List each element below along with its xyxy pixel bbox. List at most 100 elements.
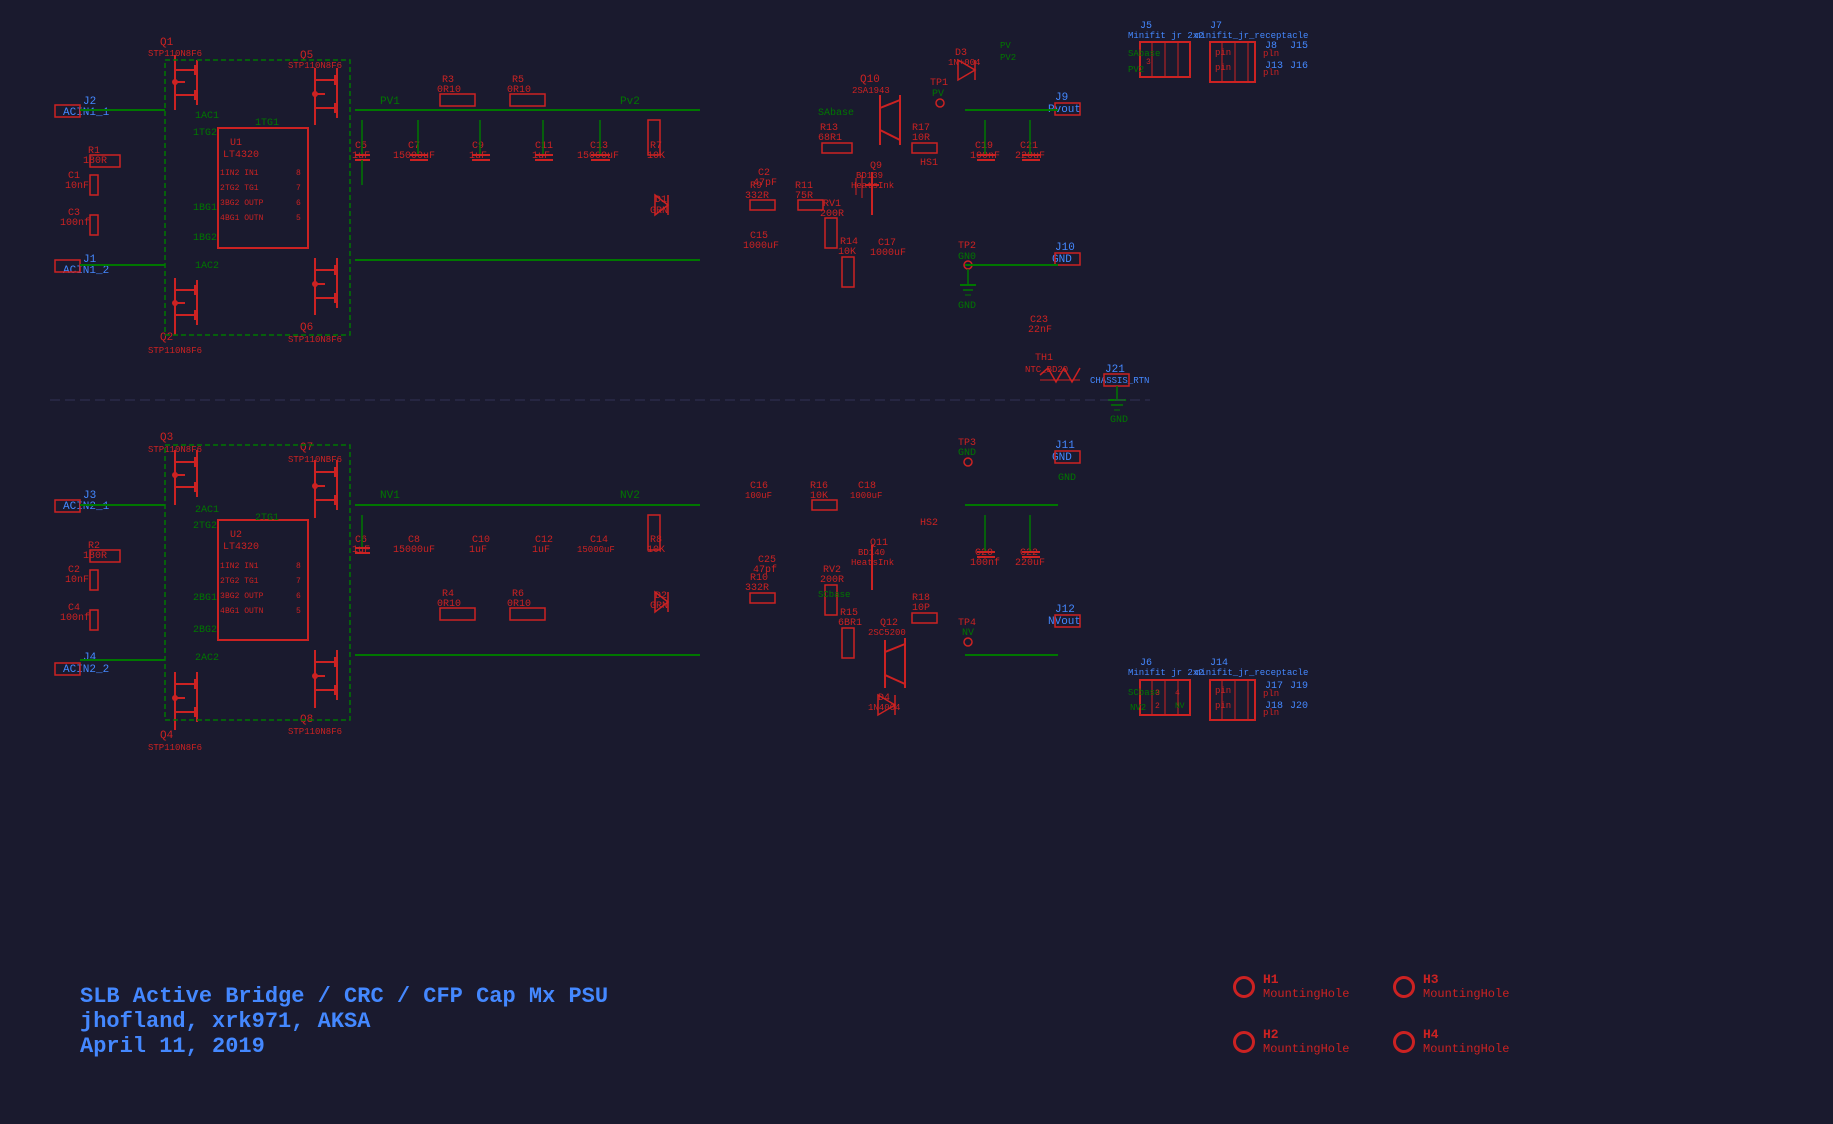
svg-text:Q4: Q4 [160,730,174,742]
svg-text:STP110N8F6: STP110N8F6 [288,727,342,737]
svg-text:J19: J19 [1290,681,1308,692]
svg-text:1BG2: 1BG2 [193,233,217,244]
svg-text:220uF: 220uF [1015,558,1045,569]
svg-text:Q10: Q10 [860,74,880,86]
svg-text:J10: J10 [1055,242,1075,254]
svg-text:STP110NBF6: STP110NBF6 [288,455,342,465]
svg-text:7: 7 [296,184,301,193]
mh2-label: MountingHole [1263,1042,1349,1056]
svg-text:PV2: PV2 [1128,65,1144,75]
svg-text:STP110N8F6: STP110N8F6 [288,335,342,345]
svg-text:7: 7 [296,577,301,586]
svg-text:NV2: NV2 [620,490,640,502]
svg-text:Minifit jr 2x2: Minifit jr 2x2 [1128,31,1204,41]
mh2-symbol [1233,1031,1255,1053]
svg-text:1AC1: 1AC1 [195,111,219,122]
svg-text:10K: 10K [647,151,665,162]
svg-text:1uF: 1uF [352,545,370,556]
svg-text:180R: 180R [83,551,107,562]
mounting-hole-h3: H3 MountingHole [1393,959,1553,1014]
svg-text:PV1: PV1 [380,96,400,108]
svg-text:STP110N8F6: STP110N8F6 [288,61,342,71]
title-line2: jhofland, xrk971, AKSA [80,1009,608,1034]
title-line1: SLB Active Bridge / CRC / CFP Cap Mx PSU [80,984,608,1009]
svg-text:2SA1943: 2SA1943 [852,86,890,96]
svg-text:2TG1: 2TG1 [255,513,279,524]
svg-text:Pv2: Pv2 [620,96,640,108]
svg-text:1000uF: 1000uF [743,241,779,252]
svg-text:3: 3 [1146,58,1151,67]
svg-text:1TG1: 1TG1 [255,118,279,129]
svg-text:STP110N8F6: STP110N8F6 [148,49,202,59]
svg-text:2AC1: 2AC1 [195,505,219,516]
svg-text:TG2 TG1: TG2 TG1 [225,577,259,586]
svg-text:1000uF: 1000uF [870,248,906,259]
svg-text:GND: GND [958,448,976,459]
svg-text:1uF: 1uF [532,545,550,556]
svg-text:BG2 OUTP: BG2 OUTP [225,592,264,601]
svg-text:J20: J20 [1290,701,1308,712]
mh4-symbol [1393,1031,1415,1053]
svg-text:2TG2: 2TG2 [193,521,217,532]
svg-text:1TG2: 1TG2 [193,128,217,139]
svg-text:GND: GND [958,301,976,312]
svg-text:100nf: 100nf [60,612,90,624]
svg-text:NVout: NVout [1048,616,1081,628]
svg-text:U1: U1 [230,138,242,149]
svg-text:SCbase: SCbase [818,590,850,600]
svg-text:Q7: Q7 [300,442,313,454]
svg-text:TG2 TG1: TG2 TG1 [225,184,259,193]
svg-text:TH1: TH1 [1035,353,1053,364]
svg-text:J9: J9 [1055,92,1068,104]
svg-text:STP110N8F6: STP110N8F6 [148,743,202,753]
title-line3: April 11, 2019 [80,1034,608,1059]
svg-text:22nF: 22nF [1028,325,1052,336]
svg-text:3: 3 [220,592,225,601]
svg-text:100uF: 100uF [745,491,772,501]
mh1-id: H1 [1263,972,1349,988]
svg-text:ACIN2_1: ACIN2_1 [63,501,110,513]
svg-text:BG1 OUTN: BG1 OUTN [225,607,264,616]
svg-text:TP2: TP2 [958,241,976,252]
svg-text:pin: pin [1215,63,1231,73]
svg-text:2: 2 [220,577,225,586]
svg-text:pln: pln [1263,68,1279,78]
svg-text:BD139: BD139 [856,171,883,181]
svg-text:2BG1: 2BG1 [193,593,217,604]
svg-text:2AC2: 2AC2 [195,653,219,664]
mounting-hole-h4: H4 MountingHole [1393,1014,1553,1069]
mh3-symbol [1393,976,1415,998]
svg-text:1000uF: 1000uF [850,491,882,501]
svg-text:pin: pin [1215,701,1231,711]
svg-text:4: 4 [1175,689,1180,698]
title-block: SLB Active Bridge / CRC / CFP Cap Mx PSU… [80,984,608,1059]
svg-text:6: 6 [296,199,301,208]
svg-text:2SC5200: 2SC5200 [868,628,906,638]
svg-text:GND: GND [1058,473,1076,484]
svg-text:Q1: Q1 [160,37,174,49]
svg-text:SAbase: SAbase [1128,49,1160,59]
svg-text:NV1: NV1 [380,490,400,502]
svg-text:STP110N8F6: STP110N8F6 [148,346,202,356]
svg-text:3: 3 [1155,689,1160,698]
mounting-hole-h2: H2 MountingHole [1233,1014,1393,1069]
svg-text:minifit_jr_receptacle: minifit_jr_receptacle [1195,668,1308,678]
svg-text:10nF: 10nF [65,575,89,586]
svg-text:LT4320: LT4320 [223,150,259,161]
svg-text:5: 5 [296,607,301,616]
svg-text:1: 1 [220,562,225,571]
schematic-canvas: Q1 STP110N8F6 Q2 STP110N8F6 Q5 [0,0,1833,1119]
svg-text:ACIN1_2: ACIN1_2 [63,265,109,277]
svg-text:STP110N8F6: STP110N8F6 [148,445,202,455]
svg-text:15000uF: 15000uF [393,545,435,556]
svg-text:4: 4 [220,214,225,223]
svg-text:3: 3 [220,199,225,208]
svg-text:180R: 180R [83,156,107,167]
svg-text:1AC2: 1AC2 [195,261,219,272]
svg-text:LT4320: LT4320 [223,542,259,553]
svg-text:GND: GND [1110,415,1128,426]
svg-text:PV: PV [1000,41,1011,51]
mounting-holes-section: H1 MountingHole H3 MountingHole H2 Mount… [1233,959,1553,1069]
svg-text:Q3: Q3 [160,432,173,444]
svg-text:6: 6 [296,592,301,601]
